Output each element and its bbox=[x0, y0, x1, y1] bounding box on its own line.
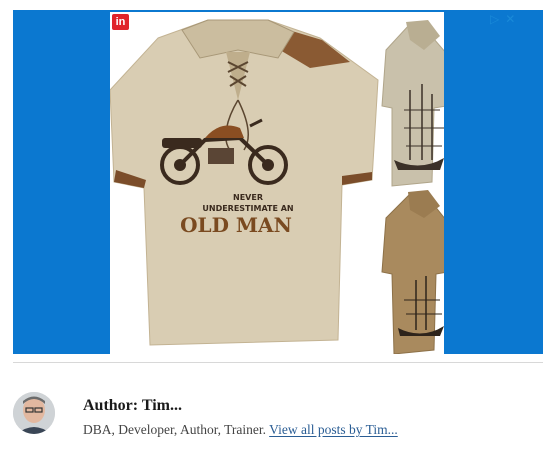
avatar[interactable] bbox=[13, 392, 55, 434]
shirt-product-image: NEVER UNDERESTIMATE AN OLD MAN bbox=[110, 19, 444, 354]
ad-controls: ▷ ✕ bbox=[490, 12, 515, 26]
main-shirt: NEVER UNDERESTIMATE AN OLD MAN bbox=[110, 19, 379, 346]
view-all-posts-link[interactable]: View all posts by Tim... bbox=[269, 422, 398, 437]
close-x-icon[interactable]: ✕ bbox=[505, 12, 515, 26]
ship-shirt-bottom bbox=[381, 190, 444, 354]
play-triangle-icon[interactable]: ▷ bbox=[490, 12, 499, 26]
author-bio-text: DBA, Developer, Author, Trainer. bbox=[83, 422, 267, 437]
section-divider bbox=[13, 362, 543, 363]
ship-shirt-top bbox=[381, 20, 444, 187]
author-box: Author: Tim... DBA, Developer, Author, T… bbox=[13, 388, 543, 448]
author-bio: DBA, Developer, Author, Trainer. View al… bbox=[83, 422, 398, 438]
ad-brand-logo-icon[interactable]: in bbox=[112, 14, 129, 30]
svg-text:OLD MAN: OLD MAN bbox=[180, 213, 292, 237]
advertisement[interactable]: NEVER UNDERESTIMATE AN OLD MAN bbox=[13, 10, 543, 354]
avatar-image bbox=[13, 392, 55, 434]
ad-image[interactable]: NEVER UNDERESTIMATE AN OLD MAN bbox=[110, 10, 444, 354]
ad-top-border bbox=[13, 10, 543, 12]
svg-text:UNDERESTIMATE AN: UNDERESTIMATE AN bbox=[202, 204, 293, 213]
svg-text:NEVER: NEVER bbox=[233, 193, 263, 202]
author-title: Author: Tim... bbox=[83, 397, 182, 414]
